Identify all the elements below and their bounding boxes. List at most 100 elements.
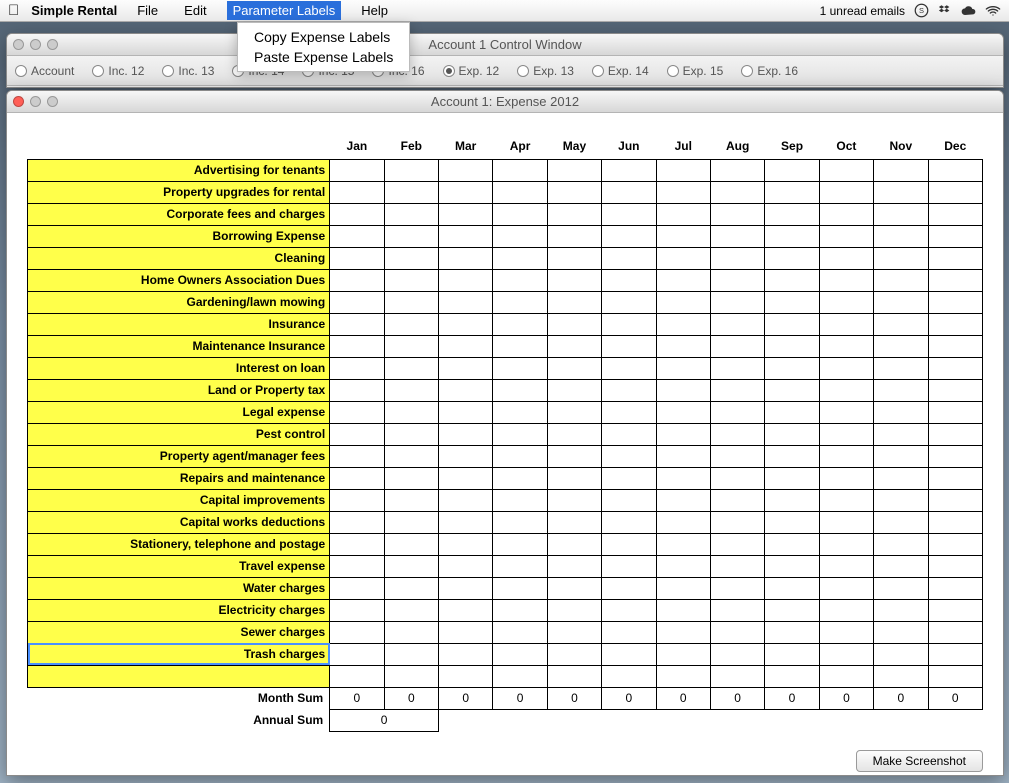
expense-cell[interactable] <box>493 533 547 555</box>
expense-row-label[interactable]: Legal expense <box>28 401 330 423</box>
expense-cell[interactable] <box>330 335 384 357</box>
expense-row-label[interactable]: Corporate fees and charges <box>28 203 330 225</box>
expense-cell[interactable] <box>874 181 928 203</box>
expense-cell[interactable] <box>874 247 928 269</box>
expense-cell[interactable] <box>710 643 764 665</box>
radio-inc-12[interactable]: Inc. 12 <box>92 64 144 78</box>
expense-cell[interactable] <box>602 247 656 269</box>
expense-cell[interactable] <box>874 467 928 489</box>
expense-cell[interactable] <box>656 225 710 247</box>
expense-cell[interactable] <box>384 621 438 643</box>
expense-cell[interactable] <box>819 445 873 467</box>
expense-cell[interactable] <box>438 599 492 621</box>
expense-cell[interactable] <box>710 313 764 335</box>
expense-cell[interactable] <box>928 269 983 291</box>
expense-cell[interactable] <box>547 467 601 489</box>
expense-cell[interactable] <box>710 511 764 533</box>
expense-cell[interactable] <box>928 555 983 577</box>
menu-parameter-labels[interactable]: Parameter Labels <box>227 1 342 20</box>
expense-cell[interactable] <box>602 467 656 489</box>
expense-cell[interactable] <box>765 313 819 335</box>
expense-cell[interactable] <box>330 467 384 489</box>
expense-cell[interactable] <box>819 335 873 357</box>
expense-cell[interactable] <box>819 203 873 225</box>
dropdown-copy-expense-labels[interactable]: Copy Expense Labels <box>238 27 409 47</box>
expense-cell[interactable] <box>819 269 873 291</box>
expense-cell[interactable] <box>656 533 710 555</box>
expense-cell[interactable] <box>656 247 710 269</box>
expense-cell[interactable] <box>384 643 438 665</box>
expense-cell[interactable] <box>656 467 710 489</box>
expense-cell[interactable] <box>384 445 438 467</box>
expense-cell[interactable] <box>656 203 710 225</box>
expense-cell[interactable] <box>819 665 873 687</box>
expense-cell[interactable] <box>384 269 438 291</box>
expense-cell[interactable] <box>928 445 983 467</box>
expense-cell[interactable] <box>438 203 492 225</box>
expense-cell[interactable] <box>874 599 928 621</box>
expense-cell[interactable] <box>765 555 819 577</box>
expense-cell[interactable] <box>438 533 492 555</box>
expense-cell[interactable] <box>819 489 873 511</box>
expense-cell[interactable] <box>384 159 438 181</box>
expense-cell[interactable] <box>330 357 384 379</box>
expense-row-label[interactable]: Stationery, telephone and postage <box>28 533 330 555</box>
expense-cell[interactable] <box>874 401 928 423</box>
expense-cell[interactable] <box>874 643 928 665</box>
expense-cell[interactable] <box>602 621 656 643</box>
expense-cell[interactable] <box>710 621 764 643</box>
expense-cell[interactable] <box>547 181 601 203</box>
expense-cell[interactable] <box>438 379 492 401</box>
expense-cell[interactable] <box>874 225 928 247</box>
expense-cell[interactable] <box>438 555 492 577</box>
expense-cell[interactable] <box>384 467 438 489</box>
expense-cell[interactable] <box>547 445 601 467</box>
expense-cell[interactable] <box>602 489 656 511</box>
expense-cell[interactable] <box>765 599 819 621</box>
expense-cell[interactable] <box>493 621 547 643</box>
expense-cell[interactable] <box>656 379 710 401</box>
expense-row-label[interactable]: Capital improvements <box>28 489 330 511</box>
expense-cell[interactable] <box>928 335 983 357</box>
expense-row-label[interactable]: Interest on loan <box>28 357 330 379</box>
expense-cell[interactable] <box>928 291 983 313</box>
expense-cell[interactable] <box>602 225 656 247</box>
expense-cell[interactable] <box>547 291 601 313</box>
expense-cell[interactable] <box>547 621 601 643</box>
expense-cell[interactable] <box>710 555 764 577</box>
expense-cell[interactable] <box>765 533 819 555</box>
cloud-icon[interactable] <box>961 3 977 19</box>
expense-cell[interactable] <box>710 269 764 291</box>
expense-row-label[interactable]: Advertising for tenants <box>28 159 330 181</box>
expense-cell[interactable] <box>438 247 492 269</box>
expense-cell[interactable] <box>438 357 492 379</box>
expense-cell[interactable] <box>330 269 384 291</box>
expense-cell[interactable] <box>819 357 873 379</box>
make-screenshot-button[interactable]: Make Screenshot <box>856 750 983 772</box>
expense-cell[interactable] <box>874 203 928 225</box>
expense-cell[interactable] <box>493 643 547 665</box>
expense-cell[interactable] <box>928 489 983 511</box>
expense-cell[interactable] <box>656 445 710 467</box>
expense-cell[interactable] <box>928 379 983 401</box>
expense-cell[interactable] <box>656 423 710 445</box>
expense-cell[interactable] <box>874 445 928 467</box>
expense-cell[interactable] <box>710 423 764 445</box>
expense-cell[interactable] <box>819 159 873 181</box>
expense-cell[interactable] <box>874 577 928 599</box>
expense-cell[interactable] <box>384 335 438 357</box>
expense-cell[interactable] <box>438 445 492 467</box>
expense-cell[interactable] <box>493 247 547 269</box>
expense-cell[interactable] <box>384 423 438 445</box>
expense-cell[interactable] <box>602 269 656 291</box>
expense-cell[interactable] <box>602 533 656 555</box>
expense-cell[interactable] <box>656 621 710 643</box>
close-icon[interactable] <box>13 39 24 50</box>
expense-cell[interactable] <box>384 291 438 313</box>
radio-inc-13[interactable]: Inc. 13 <box>162 64 214 78</box>
expense-cell[interactable] <box>493 467 547 489</box>
dropbox-icon[interactable] <box>937 3 953 19</box>
expense-cell[interactable] <box>438 335 492 357</box>
expense-row-label[interactable]: Property upgrades for rental <box>28 181 330 203</box>
expense-cell[interactable] <box>656 291 710 313</box>
